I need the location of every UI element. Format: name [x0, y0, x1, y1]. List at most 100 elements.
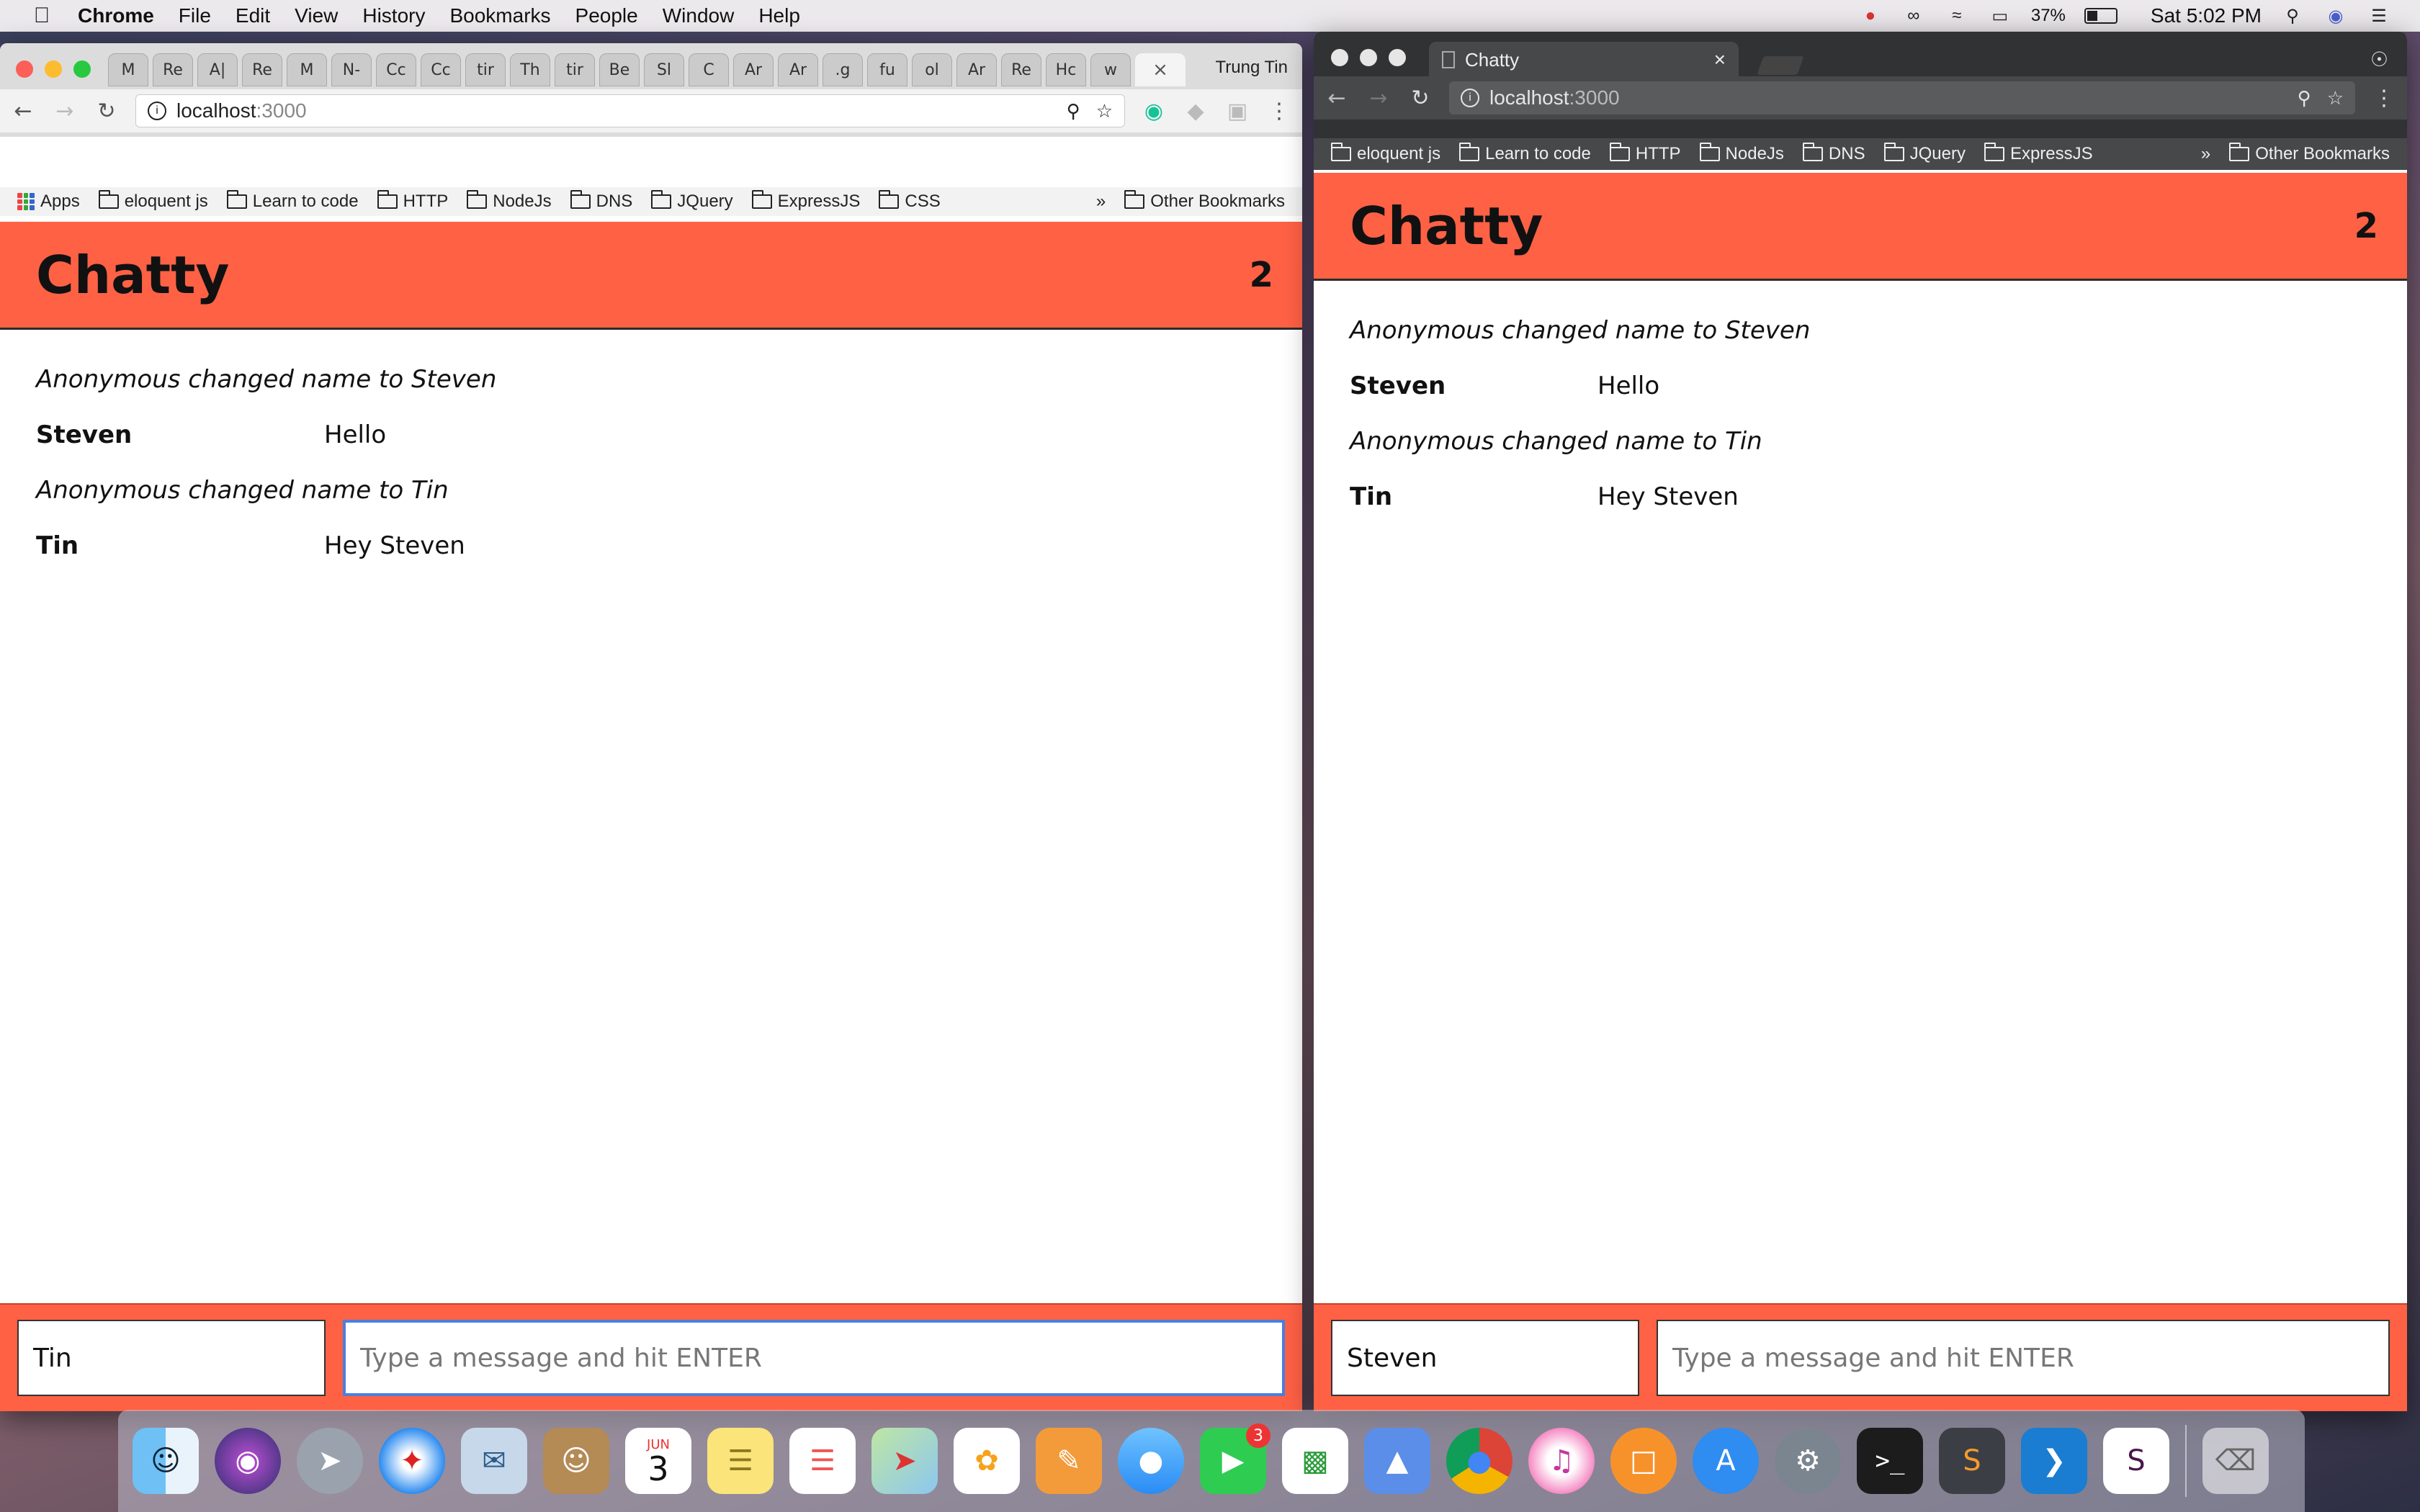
bookmark-folder[interactable]: eloquent js [98, 190, 208, 212]
browser-tab[interactable]: tir [465, 53, 506, 86]
menu-people[interactable]: People [575, 4, 638, 27]
browser-tab[interactable]: Re [242, 53, 282, 86]
bookmark-folder[interactable]: NodeJs [1699, 143, 1784, 164]
site-info-icon[interactable]: i [148, 102, 166, 120]
browser-tab[interactable]: Th [510, 53, 550, 86]
launchpad-icon[interactable]: ➤ [297, 1428, 363, 1494]
bookmark-folder[interactable]: Learn to code [226, 190, 359, 212]
apple-menu-icon[interactable]:  [26, 0, 58, 32]
tab-close-icon[interactable]: × [1714, 48, 1726, 71]
menu-app-name[interactable]: Chrome [78, 4, 154, 27]
extension-icon[interactable]: ▣ [1224, 99, 1250, 124]
bookmarks-overflow-icon[interactable]: » [1096, 192, 1106, 212]
username-input[interactable] [1331, 1320, 1639, 1396]
active-tab-close-icon[interactable]: × [1135, 53, 1186, 86]
back-icon[interactable]: ← [10, 99, 36, 124]
chrome-icon[interactable]: ● [1446, 1428, 1512, 1494]
chatty-brand[interactable]: Chatty [1350, 196, 1543, 256]
system-preferences-icon[interactable]: ⚙ [1775, 1428, 1841, 1494]
menu-edit[interactable]: Edit [236, 4, 270, 27]
minimize-window-icon[interactable] [1360, 49, 1377, 66]
notes-icon[interactable]: ☰ [707, 1428, 774, 1494]
browser-tab-active[interactable]: Chatty × [1429, 42, 1739, 78]
reminders-icon[interactable]: ☰ [789, 1428, 856, 1494]
bookmark-folder[interactable]: JQuery [1883, 143, 1966, 164]
bookmark-folder[interactable]: DNS [570, 190, 632, 212]
creative-cloud-icon[interactable]: ● [1858, 5, 1883, 27]
browser-tab[interactable]: Sl [644, 53, 684, 86]
browser-tab[interactable]: M [287, 53, 327, 86]
sublime-text-icon[interactable]: S [1939, 1428, 2005, 1494]
wifi-icon[interactable]: ≈ [1945, 5, 1969, 27]
mail-stamp-icon[interactable]: ✉ [461, 1428, 527, 1494]
browser-tab[interactable]: Hc [1046, 53, 1086, 86]
zoom-icon[interactable]: ⚲ [2298, 87, 2311, 109]
menu-window[interactable]: Window [663, 4, 735, 27]
bookmark-star-icon[interactable]: ☆ [1096, 100, 1113, 122]
browser-tab[interactable]: .g [823, 53, 863, 86]
address-bar[interactable]: i localhost:3000 ⚲ ☆ [135, 94, 1125, 127]
notification-center-icon[interactable]: ☰ [2367, 5, 2391, 27]
browser-tab[interactable]: Ar [956, 53, 997, 86]
chrome-menu-icon[interactable]: ⋮ [1266, 99, 1292, 124]
close-window-icon[interactable] [16, 60, 33, 78]
new-tab-button[interactable] [1757, 56, 1804, 75]
bookmark-folder[interactable]: HTTP [377, 190, 448, 212]
browser-tab[interactable]: w [1090, 53, 1131, 86]
browser-tab[interactable]: N- [331, 53, 372, 86]
browser-tab[interactable]: tir [555, 53, 595, 86]
vscode-icon[interactable]: ❯ [2021, 1428, 2087, 1494]
facetime-icon[interactable]: ▶ 3 [1200, 1423, 1270, 1494]
message-input[interactable] [1657, 1320, 2390, 1396]
address-bar[interactable]: i localhost:3000 ⚲ ☆ [1449, 81, 2355, 114]
menu-file[interactable]: File [179, 4, 211, 27]
browser-tab[interactable]: C [689, 53, 729, 86]
other-bookmarks[interactable]: Other Bookmarks [2229, 143, 2390, 164]
reload-icon[interactable]: ↻ [94, 99, 120, 124]
bookmark-folder[interactable]: NodeJs [467, 190, 552, 212]
messages-icon[interactable]: ● [1118, 1428, 1184, 1494]
photos-icon[interactable]: ✿ [954, 1428, 1020, 1494]
back-icon[interactable]: ← [1324, 86, 1350, 111]
chrome-menu-icon[interactable]: ⋮ [2371, 86, 2397, 111]
menu-view[interactable]: View [295, 4, 338, 27]
browser-tab[interactable]: Ar [733, 53, 774, 86]
username-input[interactable] [17, 1320, 326, 1396]
maps-icon[interactable]: ➤ [871, 1428, 938, 1494]
terminal-icon[interactable]: >_ [1857, 1428, 1923, 1494]
numbers-icon[interactable]: ▩ [1282, 1428, 1348, 1494]
clock[interactable]: Sat 5:02 PM [2151, 4, 2262, 27]
extension-icon[interactable]: ◆ [1183, 99, 1209, 124]
zoom-icon[interactable]: ⚲ [1067, 100, 1080, 122]
itunes-icon[interactable]: ♫ [1528, 1428, 1595, 1494]
finder-icon[interactable]: ☺ [133, 1428, 199, 1494]
browser-tab[interactable]: Cc [421, 53, 461, 86]
browser-tab[interactable]: fu [867, 53, 908, 86]
siri-icon[interactable]: ◉ [215, 1428, 281, 1494]
infinity-icon[interactable]: ∞ [1901, 5, 1926, 27]
airplay-icon[interactable]: ▭ [1988, 5, 2012, 27]
bookmark-folder[interactable]: HTTP [1609, 143, 1681, 164]
app-store-icon[interactable]: A [1693, 1428, 1759, 1494]
browser-tab[interactable]: Re [1001, 53, 1041, 86]
safari-icon[interactable]: ✦ [379, 1428, 445, 1494]
menu-help[interactable]: Help [758, 4, 800, 27]
browser-tab[interactable]: M [108, 53, 148, 86]
chatty-brand[interactable]: Chatty [36, 245, 229, 305]
grammarly-icon[interactable]: ◉ [1141, 99, 1167, 124]
close-window-icon[interactable] [1331, 49, 1348, 66]
bookmark-folder[interactable]: DNS [1802, 143, 1865, 164]
bookmark-folder[interactable]: eloquent js [1331, 143, 1440, 164]
bookmark-folder[interactable]: CSS [879, 190, 941, 212]
trash-icon[interactable]: ⌫ [2202, 1428, 2269, 1494]
profile-button[interactable]: Trung Tin [1216, 58, 1289, 78]
reload-icon[interactable]: ↻ [1407, 86, 1433, 111]
battery-icon[interactable] [2084, 8, 2118, 24]
browser-tab[interactable]: A| [197, 53, 238, 86]
calendar-icon[interactable]: JUN 3 [625, 1428, 691, 1494]
browser-tab[interactable]: Cc [376, 53, 416, 86]
message-input[interactable] [343, 1320, 1285, 1396]
other-bookmarks[interactable]: Other Bookmarks [1124, 190, 1285, 212]
pages-icon[interactable]: ✎ [1036, 1428, 1102, 1494]
minimize-window-icon[interactable] [45, 60, 62, 78]
